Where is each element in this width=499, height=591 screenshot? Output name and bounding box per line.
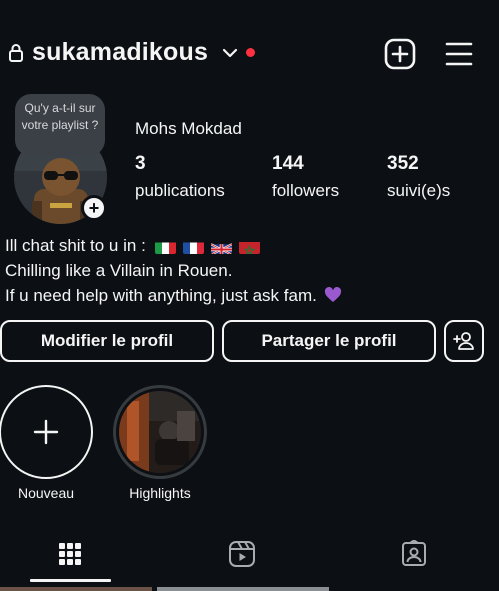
bio-line-1-text: Ill chat shit to u in :	[5, 236, 146, 255]
flag-italy	[154, 239, 176, 254]
notification-dot	[246, 48, 255, 57]
new-highlight-circle[interactable]	[0, 385, 93, 479]
grid-icon	[59, 543, 81, 565]
stat-value: 3	[135, 153, 146, 174]
highlight-label: Nouveau	[17, 485, 75, 501]
profile-page: sukamadikous Qu'y a-t-il sur votre playl…	[0, 0, 499, 591]
plus-icon	[33, 419, 59, 445]
stat-publications[interactable]: 3 publications	[135, 153, 225, 201]
bio-line-3-text: If u need help with anything, just ask f…	[5, 286, 317, 305]
highlight-label: Highlights	[129, 485, 191, 501]
hamburger-menu-icon[interactable]	[444, 40, 474, 68]
stat-label: suivi(e)s	[387, 181, 451, 200]
post-grid	[0, 587, 499, 591]
highlight-new[interactable]: Nouveau	[0, 385, 93, 501]
tagged-icon	[402, 540, 426, 566]
note-text: Qu'y a-t-il sur votre playlist ?	[21, 101, 99, 132]
bio-line-1: Ill chat shit to u in :	[5, 233, 495, 258]
post-thumbnail[interactable]	[0, 587, 152, 591]
note-bubble[interactable]: Qu'y a-t-il sur votre playlist ?	[15, 94, 105, 156]
flag-morocco	[238, 239, 260, 254]
add-story-icon[interactable]: +	[81, 195, 107, 221]
reels-icon	[229, 541, 255, 567]
bio-line-2: Chilling like a Villain in Rouen.	[5, 261, 233, 280]
stat-followers[interactable]: 144 followers	[272, 153, 339, 201]
add-person-icon	[453, 332, 474, 350]
share-profile-button[interactable]: Partager le profil	[222, 320, 436, 362]
tab-posts-grid[interactable]	[52, 536, 88, 572]
flag-france	[182, 239, 204, 254]
highlight-cover	[119, 391, 201, 473]
stat-value: 144	[272, 153, 304, 174]
highlight-ring[interactable]	[113, 385, 207, 479]
highlight-item[interactable]: Highlights	[113, 385, 207, 501]
flag-uk	[210, 239, 232, 254]
bio-line-3: If u need help with anything, just ask f…	[5, 283, 495, 308]
stat-value: 352	[387, 153, 419, 174]
lock-icon	[9, 44, 23, 62]
selected-tab-indicator	[30, 579, 111, 582]
discover-people-button[interactable]	[444, 320, 484, 362]
tab-reels[interactable]	[224, 536, 260, 572]
stat-following[interactable]: 352 suivi(e)s	[387, 153, 450, 201]
post-thumbnail[interactable]	[157, 587, 329, 591]
stat-label: followers	[272, 181, 340, 200]
flag-emojis	[154, 239, 260, 254]
create-post-icon[interactable]	[384, 38, 416, 70]
purple-heart-icon	[324, 287, 341, 302]
edit-profile-button[interactable]: Modifier le profil	[0, 320, 214, 362]
bio: Ill chat shit to u in : Chilling like a …	[5, 233, 495, 308]
profile-header: sukamadikous	[0, 32, 499, 76]
tab-tagged[interactable]	[396, 536, 432, 572]
username-switcher[interactable]: sukamadikous	[32, 38, 208, 67]
stat-label: publications	[135, 181, 225, 200]
chevron-down-icon[interactable]	[222, 46, 238, 60]
full-name: Mohs Mokdad	[135, 119, 242, 138]
